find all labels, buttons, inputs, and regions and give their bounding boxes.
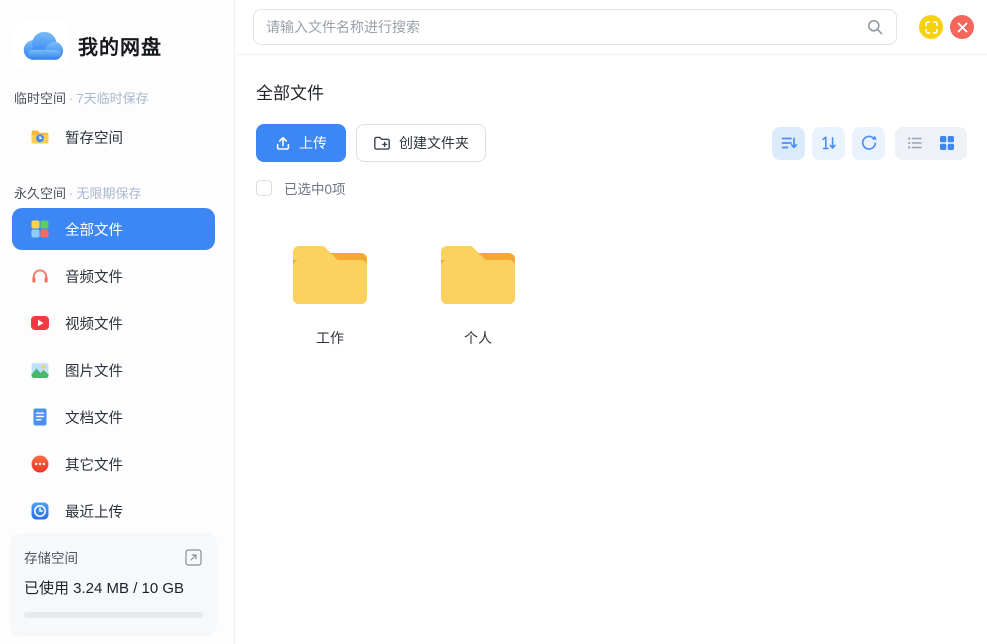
content: 全部文件 上传 创建文件夹 bbox=[236, 79, 987, 348]
section-label: 永久空间 bbox=[14, 186, 66, 201]
folder-icon bbox=[441, 246, 515, 304]
sidebar-item-recent-uploads[interactable]: 最近上传 bbox=[12, 490, 215, 532]
list-view-icon bbox=[906, 134, 924, 152]
sidebar-item-label: 最近上传 bbox=[65, 501, 123, 522]
storage-card: 存储空间 已使用 3.24 MB / 10 GB bbox=[10, 533, 217, 636]
create-folder-button[interactable]: 创建文件夹 bbox=[356, 124, 486, 162]
app-window: 我的网盘 临时空间·7天临时保存 暂存空间 永久空间·无限期保存 bbox=[0, 0, 987, 644]
sort-number-icon bbox=[820, 134, 838, 152]
sidebar-item-label: 音频文件 bbox=[65, 266, 123, 287]
sort-list-icon bbox=[780, 134, 798, 152]
folder-tile-personal[interactable]: 个人 bbox=[404, 246, 552, 348]
headphones-icon bbox=[30, 266, 50, 286]
sidebar-nav: 全部文件 音频文件 视 bbox=[0, 208, 234, 532]
sidebar-item-audio-files[interactable]: 音频文件 bbox=[12, 255, 215, 297]
sidebar-item-label: 图片文件 bbox=[65, 360, 123, 381]
main-area: 全部文件 上传 创建文件夹 bbox=[236, 0, 987, 644]
close-button[interactable] bbox=[950, 15, 974, 39]
search-input[interactable] bbox=[266, 19, 866, 35]
create-folder-button-label: 创建文件夹 bbox=[399, 133, 469, 153]
fullscreen-icon bbox=[925, 21, 938, 34]
sidebar-item-other-files[interactable]: 其它文件 bbox=[12, 443, 215, 485]
sidebar-item-video-files[interactable]: 视频文件 bbox=[12, 302, 215, 344]
document-icon bbox=[30, 407, 50, 427]
search-icon[interactable] bbox=[866, 18, 884, 36]
app-logo-row: 我的网盘 bbox=[0, 0, 234, 70]
select-all-checkbox[interactable] bbox=[256, 180, 272, 196]
temp-folder-icon bbox=[30, 127, 50, 147]
view-toggle bbox=[895, 127, 967, 160]
section-temp-space: 临时空间·7天临时保存 bbox=[0, 88, 234, 107]
app-title: 我的网盘 bbox=[78, 31, 162, 60]
grid-color-icon bbox=[30, 219, 50, 239]
sidebar-item-label: 文档文件 bbox=[65, 407, 123, 428]
close-icon bbox=[957, 22, 968, 33]
cloud-icon bbox=[18, 25, 64, 65]
topbar bbox=[236, 0, 987, 55]
section-separator: · bbox=[69, 186, 73, 201]
refresh-button[interactable] bbox=[852, 127, 885, 160]
maximize-button[interactable] bbox=[919, 15, 943, 39]
sidebar-item-all-files[interactable]: 全部文件 bbox=[12, 208, 215, 250]
storage-title: 存储空间 bbox=[24, 547, 78, 567]
folder-name: 个人 bbox=[464, 328, 492, 348]
sort-order-button[interactable] bbox=[812, 127, 845, 160]
sidebar-item-label: 其它文件 bbox=[65, 454, 123, 475]
upload-icon bbox=[275, 135, 291, 151]
upload-button[interactable]: 上传 bbox=[256, 124, 346, 162]
refresh-icon bbox=[860, 134, 878, 152]
selection-row: 已选中0项 bbox=[256, 178, 967, 198]
storage-expand-button[interactable] bbox=[184, 548, 203, 567]
cloud-logo bbox=[14, 20, 68, 70]
sort-list-button[interactable] bbox=[772, 127, 805, 160]
sidebar-item-temp-storage[interactable]: 暂存空间 bbox=[12, 117, 215, 157]
search-box bbox=[253, 9, 897, 45]
storage-usage-text: 已使用 3.24 MB / 10 GB bbox=[24, 577, 203, 598]
grid-view-button[interactable] bbox=[934, 130, 960, 156]
video-play-icon bbox=[30, 313, 50, 333]
sidebar-item-label: 全部文件 bbox=[65, 219, 123, 240]
section-note: 无限期保存 bbox=[76, 186, 141, 201]
actions-toolbar: 上传 创建文件夹 bbox=[256, 124, 967, 162]
folder-plus-icon bbox=[373, 134, 391, 152]
sidebar-item-doc-files[interactable]: 文档文件 bbox=[12, 396, 215, 438]
sidebar-item-label: 暂存空间 bbox=[65, 127, 123, 148]
section-note: 7天临时保存 bbox=[76, 91, 148, 106]
upload-button-label: 上传 bbox=[299, 133, 327, 153]
sidebar: 我的网盘 临时空间·7天临时保存 暂存空间 永久空间·无限期保存 bbox=[0, 0, 235, 644]
sidebar-item-image-files[interactable]: 图片文件 bbox=[12, 349, 215, 391]
section-perm-space: 永久空间·无限期保存 bbox=[0, 183, 234, 202]
selection-count-label: 已选中0项 bbox=[284, 178, 346, 198]
page-title: 全部文件 bbox=[256, 79, 967, 104]
picture-icon bbox=[30, 360, 50, 380]
file-grid: 工作 个人 bbox=[256, 246, 967, 348]
folder-icon bbox=[293, 246, 367, 304]
grid-view-icon bbox=[938, 134, 956, 152]
section-label: 临时空间 bbox=[14, 91, 66, 106]
external-link-icon bbox=[185, 549, 202, 566]
section-separator: · bbox=[69, 91, 73, 106]
storage-progress-bar bbox=[24, 612, 203, 618]
sidebar-item-label: 视频文件 bbox=[65, 313, 123, 334]
clock-icon bbox=[30, 501, 50, 521]
folder-name: 工作 bbox=[316, 328, 344, 348]
list-view-button[interactable] bbox=[902, 130, 928, 156]
other-dots-icon bbox=[30, 454, 50, 474]
folder-tile-work[interactable]: 工作 bbox=[256, 246, 404, 348]
